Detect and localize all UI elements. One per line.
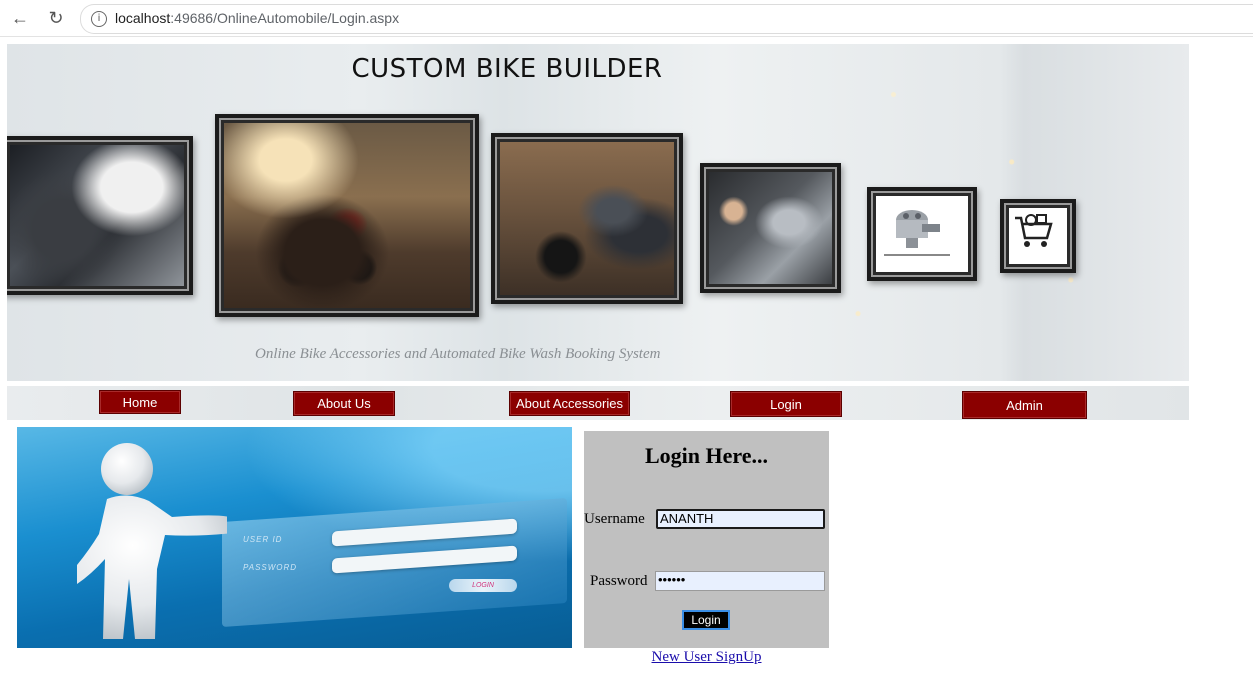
banner-photo-cart xyxy=(1000,199,1076,273)
illustration-password-label: PASSWORD xyxy=(243,563,298,572)
address-bar[interactable]: i localhost:49686/OnlineAutomobile/Login… xyxy=(80,4,1253,34)
banner-photo-mechanic xyxy=(700,163,841,293)
banner-photo-engine xyxy=(7,136,193,295)
login-title: Login Here... xyxy=(644,443,769,468)
url-host: localhost xyxy=(115,10,171,26)
nav-home-button[interactable]: Home xyxy=(99,390,181,414)
back-arrow-icon[interactable]: ← xyxy=(8,6,32,30)
nav-about-accessories-button[interactable]: About Accessories xyxy=(509,391,630,416)
login-submit-button[interactable]: Login xyxy=(682,610,730,630)
nav-about-us-button[interactable]: About Us xyxy=(293,391,395,416)
distributor-part-icon xyxy=(884,210,950,256)
site-title: CUSTOM BIKE BUILDER xyxy=(351,54,663,84)
username-label: Username xyxy=(584,511,645,527)
header-banner: CUSTOM BIKE BUILDER Online Bike Accessor… xyxy=(7,44,1189,381)
site-subtitle: Online Bike Accessories and Automated Bi… xyxy=(255,346,661,362)
url-text[interactable]: localhost:49686/OnlineAutomobile/Login.a… xyxy=(115,10,399,26)
shopping-cart-icon xyxy=(1015,214,1053,247)
banner-photo-workshop xyxy=(491,133,683,304)
banner-photo-bike-part xyxy=(867,187,977,281)
illustration-userid-label: USER ID xyxy=(243,535,283,544)
login-illustration: USER ID PASSWORD LOGIN xyxy=(17,427,572,648)
browser-toolbar: ← ↻ i localhost:49686/OnlineAutomobile/L… xyxy=(0,0,1253,37)
banner-photo-garage xyxy=(215,114,479,317)
password-input[interactable]: •••••• xyxy=(655,571,825,591)
new-user-signup-link[interactable]: New User SignUp xyxy=(584,649,829,666)
nav-login-button[interactable]: Login xyxy=(730,391,842,417)
nav-admin-button[interactable]: Admin xyxy=(962,391,1087,419)
password-label: Password xyxy=(590,573,648,589)
3d-person-figure xyxy=(77,443,227,639)
illustration-login-label: LOGIN xyxy=(449,579,517,592)
reload-icon[interactable]: ↻ xyxy=(44,6,68,30)
username-input[interactable]: ANANTH xyxy=(656,509,825,529)
info-icon[interactable]: i xyxy=(91,11,107,27)
url-path: :49686/OnlineAutomobile/Login.aspx xyxy=(170,10,400,26)
